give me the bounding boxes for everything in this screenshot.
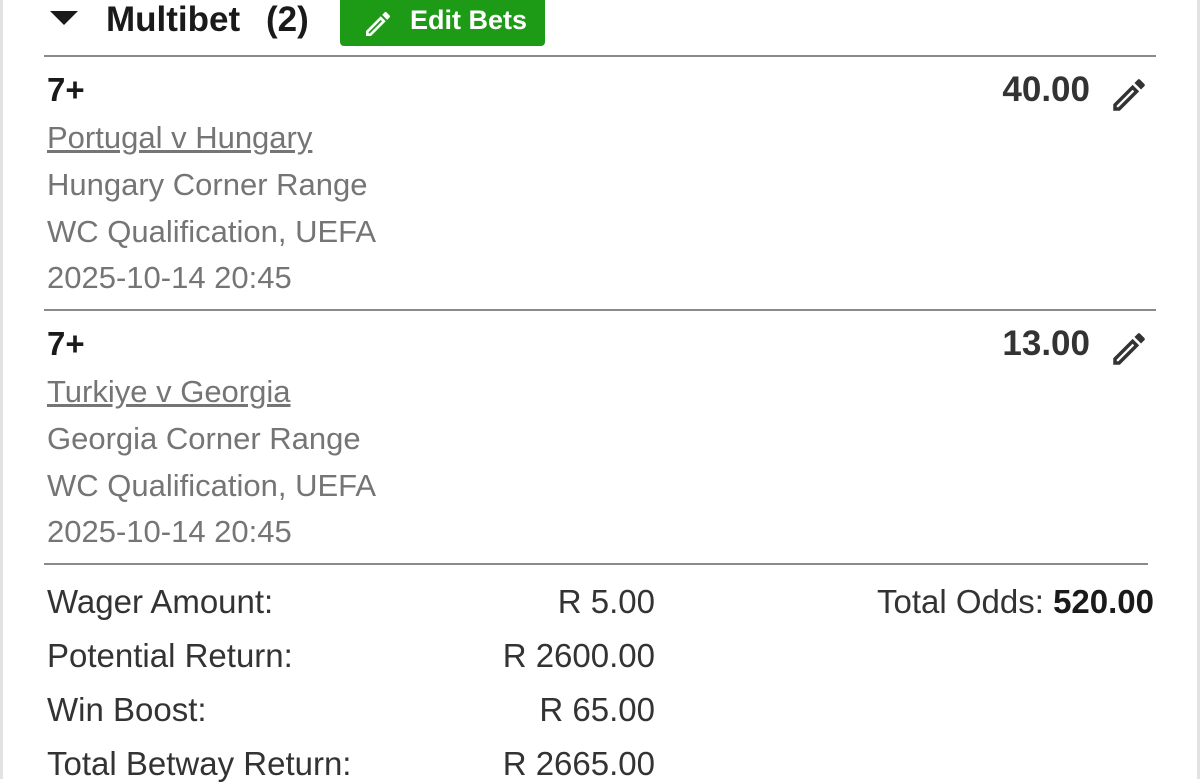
edit-bets-label: Edit Bets: [410, 5, 528, 35]
match-link[interactable]: Turkiye v Georgia: [47, 372, 291, 412]
event-datetime: 2025-10-14 20:45: [47, 260, 292, 295]
total-odds: Total Odds: 520.00: [877, 582, 1154, 622]
edit-bets-button[interactable]: Edit Bets: [340, 0, 545, 46]
bet-selection: 7+: [47, 71, 85, 108]
bet-odds: 40.00: [1002, 70, 1090, 109]
bet-leg: 7+ 40.00 Portugal v Hungary Hungary Corn…: [0, 60, 1200, 312]
bet-odds: 13.00: [1002, 324, 1090, 363]
bet-count: (2): [266, 0, 309, 39]
wager-amount-label: Wager Amount:: [47, 583, 274, 620]
multibet-title: Multibet: [106, 0, 241, 39]
total-return-value: R 2665.00: [502, 745, 655, 782]
competition-name: WC Qualification, UEFA: [47, 214, 377, 249]
summary-divider: [44, 563, 1148, 565]
bet-leg: 7+ 13.00 Turkiye v Georgia Georgia Corne…: [0, 314, 1200, 566]
win-boost-label: Win Boost:: [47, 691, 207, 728]
total-return-label: Total Betway Return:: [47, 745, 352, 782]
potential-return-value: R 2600.00: [502, 637, 655, 674]
match-link[interactable]: Portugal v Hungary: [47, 118, 312, 158]
edit-pencil-icon[interactable]: [1108, 74, 1150, 116]
bet-selection: 7+: [47, 325, 85, 362]
bet-divider: [44, 309, 1156, 311]
collapse-caret-icon[interactable]: [50, 11, 78, 25]
event-datetime: 2025-10-14 20:45: [47, 514, 292, 549]
pencil-icon: [366, 11, 391, 36]
multibet-header: Multibet (2) Edit Bets: [0, 0, 1200, 56]
total-odds-value: 520.00: [1053, 583, 1154, 620]
wager-amount-value: R 5.00: [557, 583, 655, 620]
header-divider: [44, 55, 1156, 57]
market-name: Georgia Corner Range: [47, 421, 361, 456]
win-boost-value: R 65.00: [539, 691, 655, 728]
competition-name: WC Qualification, UEFA: [47, 468, 377, 503]
potential-return-label: Potential Return:: [47, 637, 293, 674]
market-name: Hungary Corner Range: [47, 167, 368, 202]
edit-pencil-icon[interactable]: [1108, 328, 1150, 370]
total-odds-label: Total Odds:: [876, 583, 1044, 620]
